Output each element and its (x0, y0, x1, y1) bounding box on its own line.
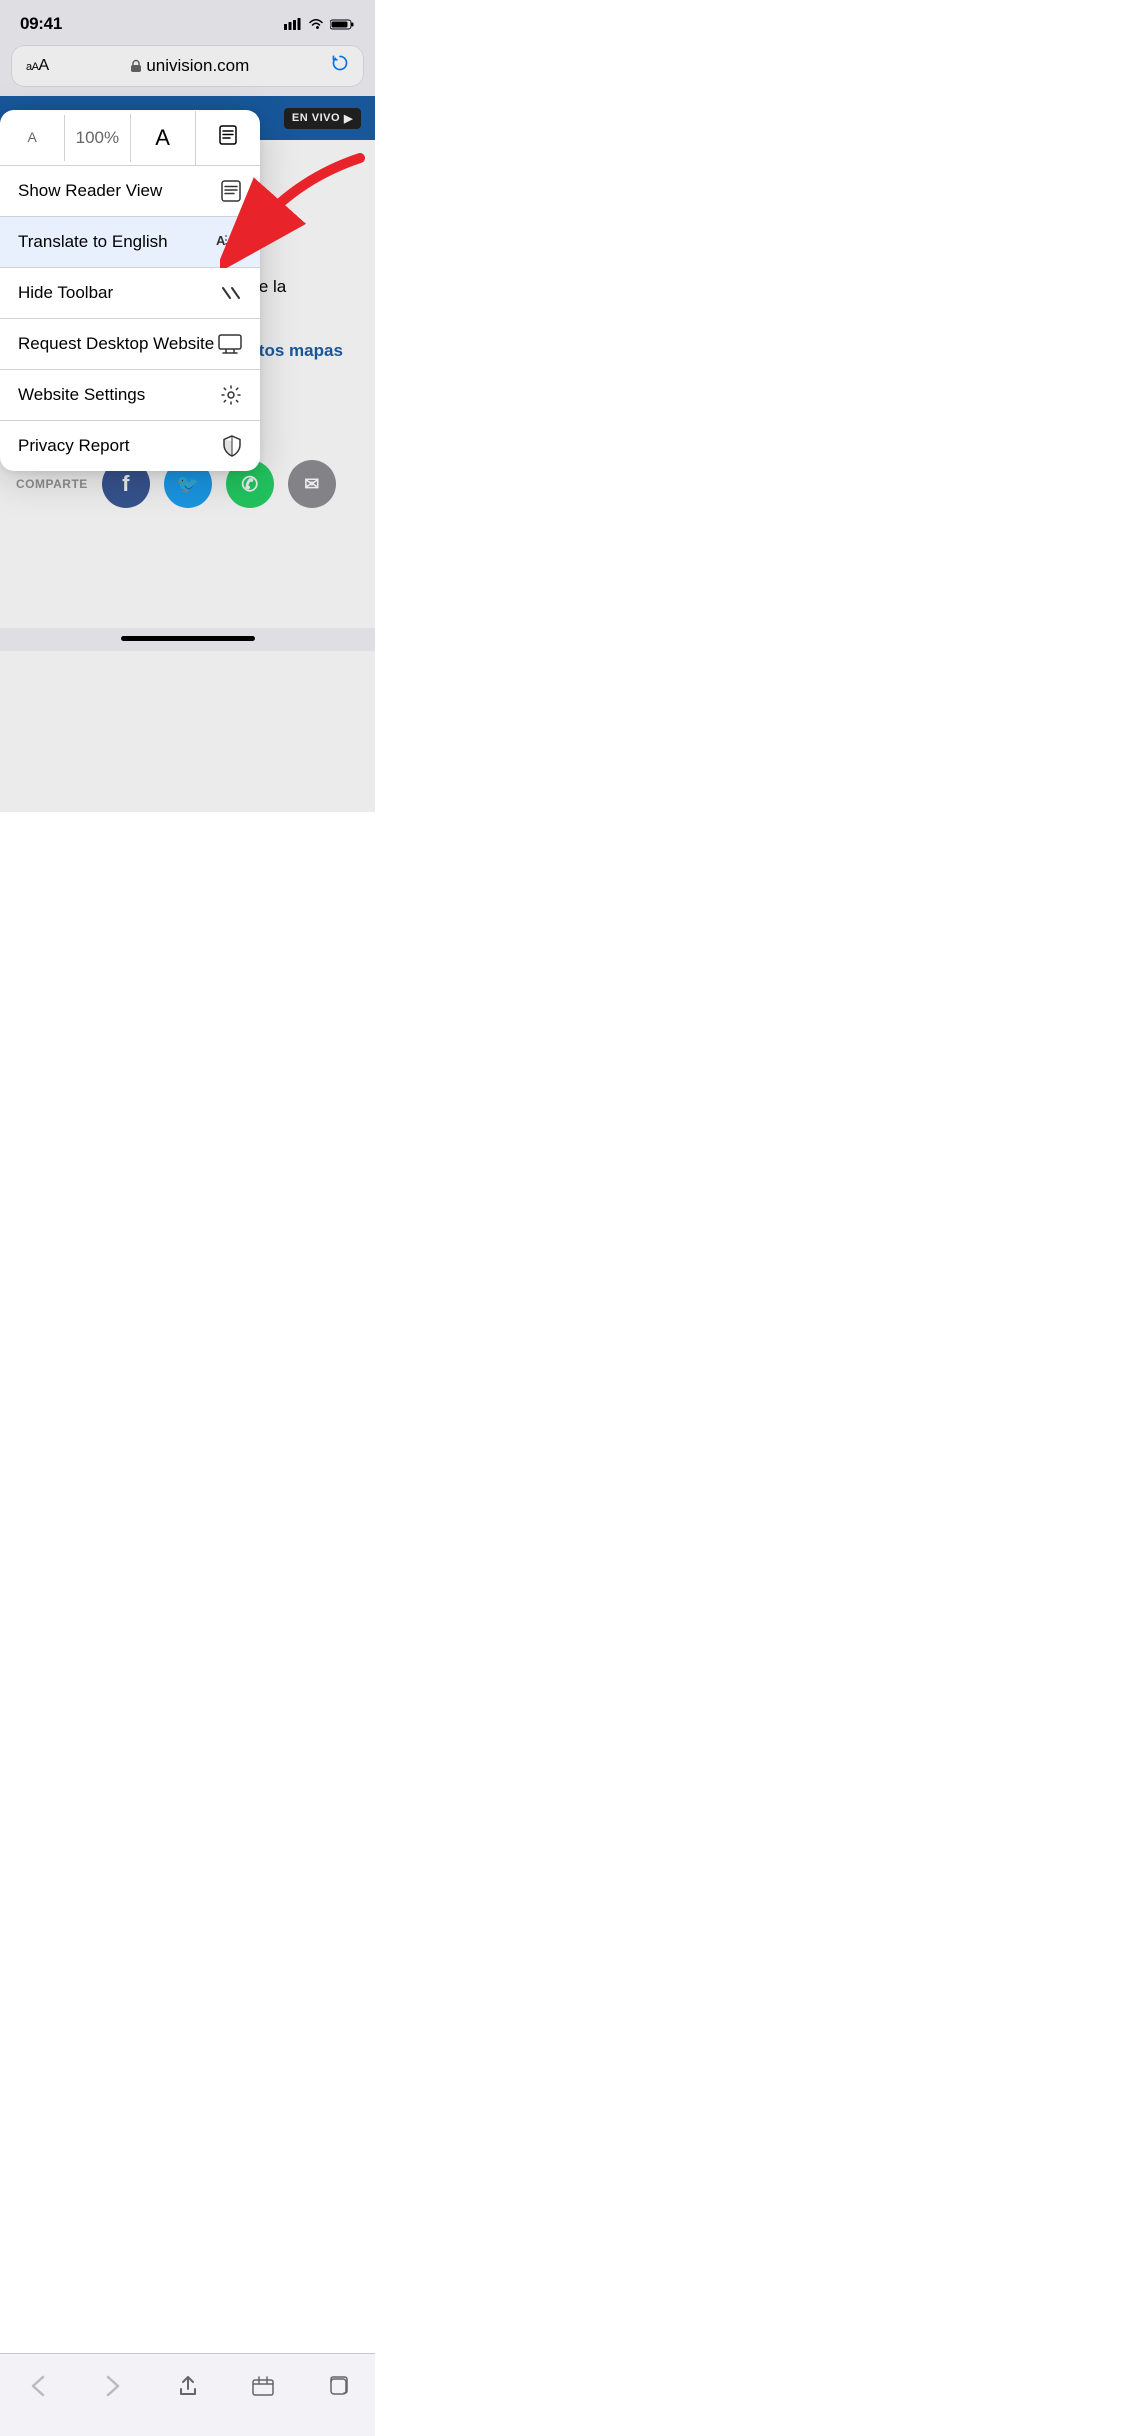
bookmarks-button[interactable] (241, 2364, 285, 2408)
reader-icon (217, 131, 239, 150)
reader-view-icon (220, 180, 242, 202)
increase-font-button[interactable]: A (131, 111, 196, 165)
menu-item-request-desktop[interactable]: Request Desktop Website (0, 319, 260, 370)
large-font-icon: A (155, 125, 170, 150)
bookmarks-icon (252, 2376, 274, 2396)
reader-mode-button[interactable] (196, 110, 260, 165)
menu-item-translate[interactable]: Translate to English A あ (0, 217, 260, 268)
shield-icon (222, 435, 242, 457)
share-button[interactable] (166, 2364, 210, 2408)
hide-toolbar-label: Hide Toolbar (18, 283, 113, 303)
share-icon (178, 2375, 198, 2397)
svg-text:あ: あ (229, 237, 240, 250)
gear-icon (220, 384, 242, 406)
font-percent-display: 100% (65, 114, 130, 162)
font-size-row: A 100% A (0, 110, 260, 166)
menu-item-privacy-report[interactable]: Privacy Report (0, 421, 260, 471)
font-percent-label: 100% (76, 128, 119, 147)
forward-button[interactable] (91, 2364, 135, 2408)
forward-icon (106, 2375, 120, 2397)
request-desktop-label: Request Desktop Website (18, 334, 214, 354)
tabs-icon (327, 2375, 349, 2397)
translate-icon: A あ (216, 231, 242, 253)
website-settings-label: Website Settings (18, 385, 145, 405)
browser-menu-dropdown: A 100% A Show Reader View (0, 110, 260, 471)
tabs-button[interactable] (316, 2364, 360, 2408)
desktop-icon (218, 333, 242, 355)
menu-item-hide-toolbar[interactable]: Hide Toolbar (0, 268, 260, 319)
back-icon (31, 2375, 45, 2397)
reader-view-icon (217, 124, 239, 146)
browser-toolbar (0, 2353, 375, 2436)
back-button[interactable] (16, 2364, 60, 2408)
show-reader-view-label: Show Reader View (18, 181, 162, 201)
svg-text:A: A (216, 233, 226, 248)
privacy-report-label: Privacy Report (18, 436, 129, 456)
decrease-font-button[interactable]: A (0, 115, 65, 161)
translate-label: Translate to English (18, 232, 168, 252)
small-font-icon: A (27, 129, 36, 145)
hide-toolbar-icon (220, 282, 242, 304)
menu-item-website-settings[interactable]: Website Settings (0, 370, 260, 421)
menu-item-show-reader-view[interactable]: Show Reader View (0, 166, 260, 217)
